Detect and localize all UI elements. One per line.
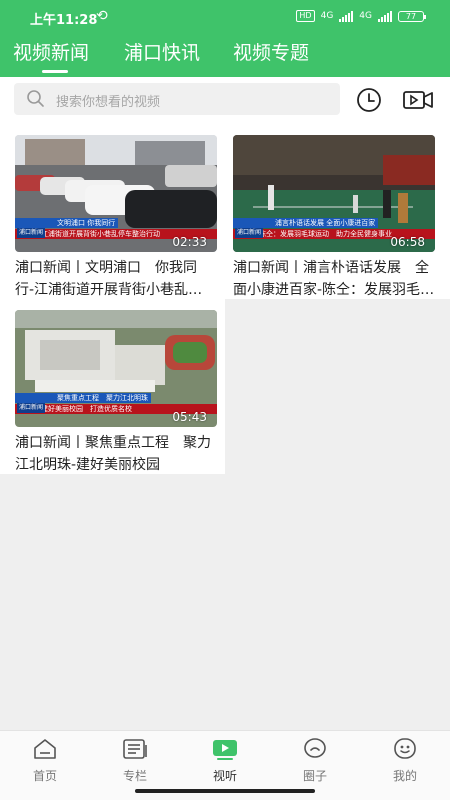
battery-icon: 77 <box>398 10 426 22</box>
search-row: 搜索你想看的视频 <box>0 77 450 124</box>
video-thumbnail[interactable]: 浦口新闻 浦言朴语话发展 全面小康进百家 陈仝：发展羽毛球运动 助力全民健身事业… <box>233 135 435 252</box>
nav-label: 圈子 <box>302 769 327 783</box>
video-card[interactable]: 浦口新闻 聚焦重点工程 聚力江北明珠 建好美丽校园 打造优质名校 05:43 浦… <box>0 299 225 474</box>
caption-headline: 文明浦口 你我同行 <box>15 218 119 228</box>
search-input[interactable]: 搜索你想看的视频 <box>14 83 340 115</box>
status-time: 上午11:28 <box>30 13 98 28</box>
network-label-1: 4G <box>320 11 334 21</box>
sync-icon: ⟲ <box>96 8 108 24</box>
nav-label: 专栏 <box>122 769 147 783</box>
profile-icon <box>394 738 416 759</box>
tab-pukou-flash[interactable]: 浦口快讯 <box>124 38 200 65</box>
video-thumbnail[interactable]: 浦口新闻 文明浦口 你我同行 江浦街道开展背街小巷乱停车整治行动 02:33 <box>15 135 217 252</box>
chat-circle-icon <box>304 738 326 758</box>
nav-label: 我的 <box>392 769 417 783</box>
nav-circle[interactable]: 圈子 <box>285 737 345 784</box>
video-duration: 06:58 <box>390 235 425 249</box>
nav-label: 视听 <box>212 769 237 783</box>
video-title[interactable]: 浦口新闻丨文明浦口 你我同行-江浦街道开展背街小巷乱停车整治行动 <box>15 257 215 301</box>
nav-label: 首页 <box>32 769 57 783</box>
category-tabs: 视频新闻 浦口快讯 视频专题 <box>0 38 450 77</box>
channel-logo: 浦口新闻 <box>235 228 264 238</box>
nav-video[interactable]: 视听 <box>195 737 255 784</box>
video-card[interactable]: 浦口新闻 文明浦口 你我同行 江浦街道开展背街小巷乱停车整治行动 02:33 浦… <box>0 124 225 299</box>
app-header: 上午11:28 ⟲ HD 4G 4G 77 视频新闻 浦口快讯 视频专题 <box>0 0 450 77</box>
search-placeholder: 搜索你想看的视频 <box>56 95 161 110</box>
signal-icon <box>378 10 392 22</box>
status-bar: 上午11:28 ⟲ HD 4G 4G 77 <box>0 0 450 34</box>
caption-headline: 聚焦重点工程 聚力江北明珠 <box>15 393 151 403</box>
hd-badge: HD <box>296 10 315 22</box>
search-icon <box>27 90 44 107</box>
video-duration: 05:43 <box>172 410 207 424</box>
home-icon <box>34 739 56 759</box>
home-indicator <box>135 789 315 793</box>
video-title[interactable]: 浦口新闻丨聚焦重点工程 聚力江北明珠-建好美丽校园 <box>15 432 215 476</box>
channel-logo: 浦口新闻 <box>17 228 46 238</box>
network-label-2: 4G <box>359 11 372 21</box>
tab-video-news[interactable]: 视频新闻 <box>13 38 89 65</box>
caption-headline: 浦言朴语话发展 全面小康进百家 <box>233 218 379 228</box>
nav-profile[interactable]: 我的 <box>375 737 435 784</box>
nav-column[interactable]: 专栏 <box>105 737 165 784</box>
history-clock-icon[interactable] <box>355 86 383 114</box>
video-thumbnail[interactable]: 浦口新闻 聚焦重点工程 聚力江北明珠 建好美丽校园 打造优质名校 05:43 <box>15 310 217 427</box>
video-record-icon[interactable] <box>402 86 434 114</box>
status-indicators: HD 4G 4G 77 <box>296 10 426 22</box>
video-card[interactable]: 浦口新闻 浦言朴语话发展 全面小康进百家 陈仝：发展羽毛球运动 助力全民健身事业… <box>225 124 450 299</box>
video-title[interactable]: 浦口新闻丨浦言朴语话发展 全面小康进百家-陈仝：发展羽毛球运动 <box>233 257 438 301</box>
video-duration: 02:33 <box>172 235 207 249</box>
active-tab-indicator <box>42 70 68 73</box>
signal-icon <box>339 10 354 22</box>
tab-video-topics[interactable]: 视频专题 <box>233 38 309 65</box>
channel-logo: 浦口新闻 <box>17 403 46 413</box>
video-play-icon <box>213 740 237 760</box>
column-icon <box>123 739 147 759</box>
nav-home[interactable]: 首页 <box>15 737 75 784</box>
